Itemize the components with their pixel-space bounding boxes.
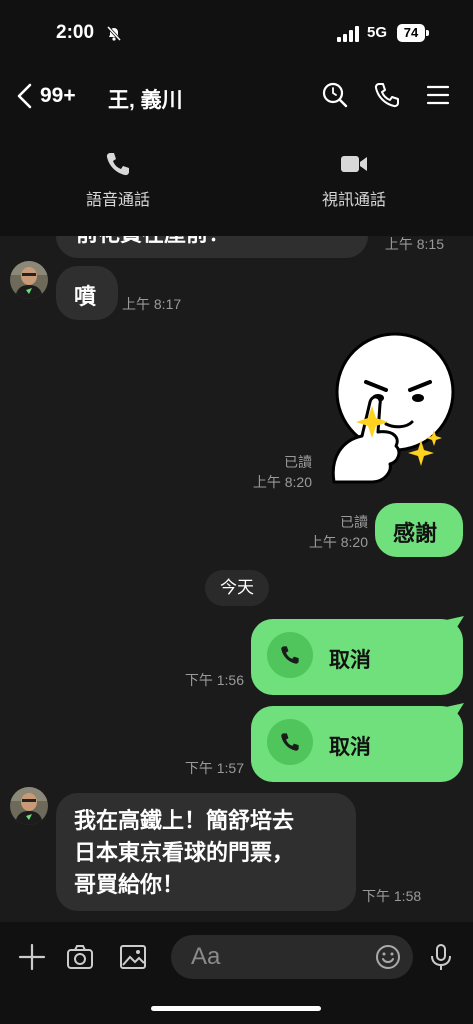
bubble-tail — [446, 703, 464, 719]
read-receipt: 已讀 — [284, 454, 312, 470]
status-time: 2:00 — [56, 22, 95, 43]
video-call-button[interactable]: 視訊通話 — [289, 150, 419, 210]
message-bubble-incoming[interactable]: 我在高鐵上！簡舒培去 日本東京看球的門票， 哥買給你！ — [56, 793, 356, 911]
call-status-label: 取消 — [329, 736, 371, 759]
message-meta: 已讀 上午 8:20 — [236, 452, 312, 492]
call-circle[interactable] — [267, 632, 313, 678]
chat-area[interactable]: 前花費在屋前！ 上午 8:15 噴 上午 8:17 已讀 上午 8:20 — [0, 236, 473, 922]
message-meta: 已讀 上午 8:20 — [292, 512, 368, 552]
message-text: 噴 — [74, 284, 97, 309]
phone-icon[interactable] — [373, 81, 401, 109]
video-icon — [341, 156, 367, 172]
battery-cap — [426, 30, 429, 36]
phone-icon — [106, 153, 129, 176]
message-bubble-incoming[interactable]: 噴 — [56, 266, 118, 320]
message-time: 下午 1:57 — [184, 760, 244, 776]
message-line: 哥買給你！ — [74, 872, 185, 897]
image-icon[interactable] — [118, 942, 148, 972]
call-message-bubble[interactable]: 取消 — [251, 619, 463, 695]
call-message-bubble[interactable]: 取消 — [251, 706, 463, 782]
message-input[interactable]: Aa — [171, 935, 413, 979]
search-icon[interactable] — [321, 81, 349, 109]
call-bar: 語音通話 視訊通話 — [0, 128, 473, 236]
battery-indicator: 74 — [397, 24, 425, 42]
menu-icon[interactable] — [424, 81, 452, 109]
voice-call-label: 語音通話 — [85, 192, 150, 209]
phone-icon — [281, 733, 299, 751]
home-indicator — [151, 1006, 321, 1011]
signal-icon — [337, 26, 359, 42]
chat-header: 99+ 王, 義川 — [0, 64, 473, 128]
message-time: 上午 8:20 — [252, 474, 312, 490]
status-bar: 2:00 5G 74 — [0, 0, 473, 64]
message-bubble-incoming[interactable]: 前花費在屋前！ — [56, 236, 368, 258]
bell-off-icon — [106, 25, 122, 41]
message-line: 日本東京看球的門票， — [74, 840, 295, 865]
video-call-label: 視訊通話 — [321, 192, 386, 209]
sticker-image[interactable] — [322, 332, 460, 492]
message-line: 我在高鐵上！簡舒培去 — [74, 808, 295, 833]
mic-icon[interactable] — [426, 942, 456, 972]
date-divider: 今天 — [205, 570, 269, 606]
unread-count[interactable]: 99+ — [40, 84, 76, 108]
emoji-icon[interactable] — [375, 944, 401, 970]
call-circle[interactable] — [267, 719, 313, 765]
message-time: 上午 8:15 — [384, 236, 444, 252]
chat-title[interactable]: 王, 義川 — [108, 84, 183, 114]
read-receipt: 已讀 — [340, 514, 368, 530]
avatar[interactable] — [10, 261, 48, 299]
bubble-tail — [446, 616, 464, 632]
message-text: 感謝 — [393, 521, 438, 546]
message-time: 上午 8:17 — [122, 296, 182, 312]
message-time: 下午 1:56 — [184, 672, 244, 688]
message-text: 我在高鐵上！簡舒培去 日本東京看球的門票， 哥買給你！ — [74, 805, 294, 901]
message-time: 下午 1:58 — [362, 888, 422, 904]
voice-call-button[interactable]: 語音通話 — [53, 150, 183, 210]
call-status-label: 取消 — [329, 649, 371, 672]
avatar[interactable] — [10, 787, 48, 825]
message-time: 上午 8:20 — [308, 534, 368, 550]
input-placeholder: Aa — [191, 943, 221, 970]
input-bar: Aa — [0, 922, 473, 1024]
camera-icon[interactable] — [65, 942, 95, 972]
back-icon[interactable] — [14, 82, 36, 110]
message-text: 前花費在屋前！ — [76, 236, 230, 248]
message-bubble-outgoing[interactable]: 感謝 — [375, 503, 463, 557]
plus-icon[interactable] — [17, 942, 47, 972]
network-label: 5G — [367, 24, 388, 41]
phone-icon — [281, 646, 299, 664]
